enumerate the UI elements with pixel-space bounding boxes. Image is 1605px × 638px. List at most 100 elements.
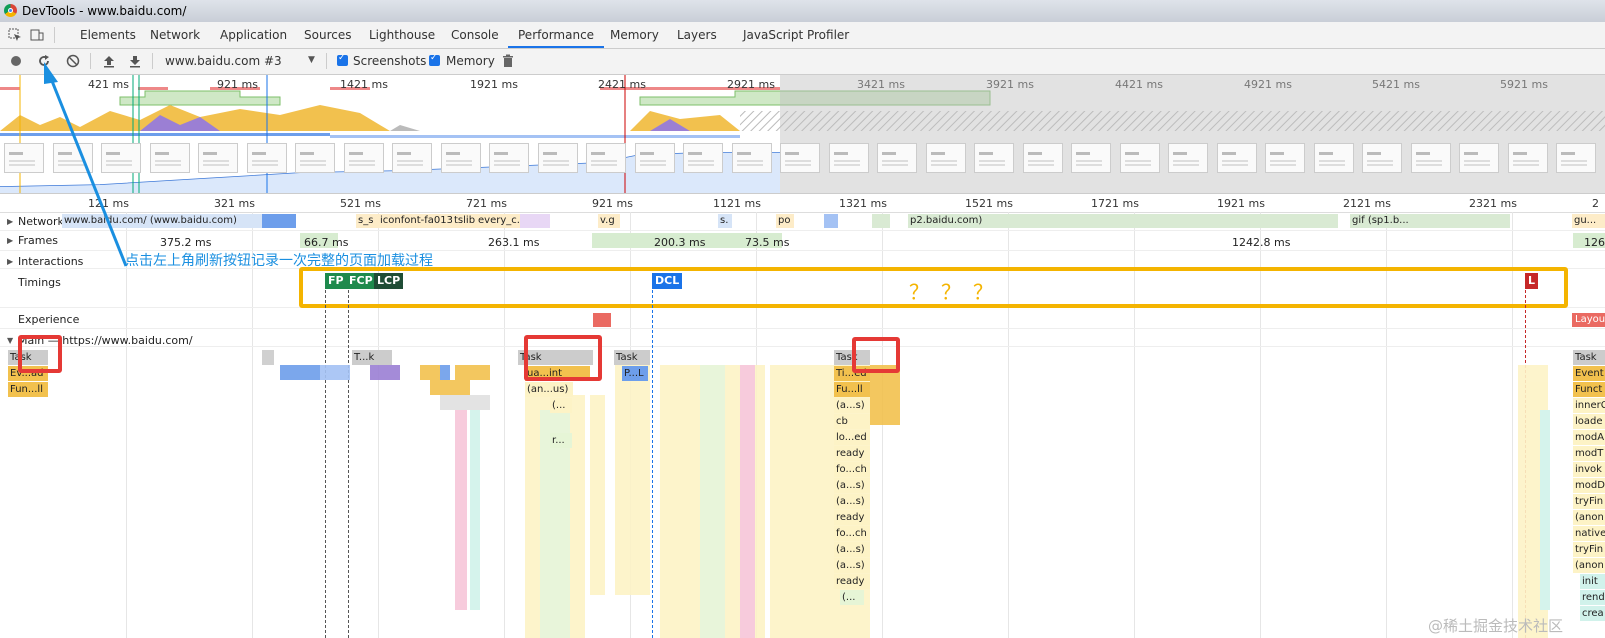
flame-function[interactable]: (... — [550, 398, 572, 413]
flame-function[interactable]: (a...s) — [834, 494, 870, 509]
network-request[interactable] — [520, 214, 550, 228]
chevron-down-icon[interactable]: ▼ — [308, 55, 315, 65]
flame-function[interactable]: (a...s) — [834, 478, 870, 493]
screenshot-thumbnail[interactable] — [1022, 143, 1063, 173]
frame-duration[interactable]: 126 — [1584, 236, 1605, 249]
flame-task[interactable]: Task — [1573, 350, 1605, 365]
screenshot-thumbnail[interactable] — [1265, 143, 1305, 173]
flame-function[interactable]: (... — [840, 590, 864, 605]
screenshots-checkbox[interactable] — [337, 53, 348, 66]
memory-checkbox[interactable] — [429, 53, 440, 66]
flame-function[interactable]: lo...ed — [834, 430, 870, 445]
flame-function[interactable]: cb — [834, 414, 870, 429]
screenshot-thumbnail[interactable] — [1410, 143, 1451, 173]
tab-sources[interactable]: Sources — [304, 22, 351, 48]
network-request[interactable] — [824, 214, 838, 228]
screenshot-thumbnail[interactable] — [489, 143, 529, 173]
screenshot-thumbnail[interactable] — [683, 143, 723, 173]
frame-duration[interactable]: 263.1 ms — [488, 236, 539, 249]
tab-performance[interactable]: Performance — [508, 22, 605, 48]
flame-parse[interactable]: P...L — [622, 366, 648, 381]
frame-duration[interactable]: 66.7 ms — [304, 236, 348, 249]
screenshot-thumbnail[interactable] — [634, 143, 675, 173]
screenshot-thumbnail[interactable] — [246, 143, 287, 173]
screenshot-thumbnail[interactable] — [1071, 143, 1111, 173]
tab-layers[interactable]: Layers — [677, 22, 717, 48]
flame-function[interactable]: crea — [1580, 606, 1605, 621]
screenshot-thumbnail[interactable] — [925, 143, 966, 173]
flame-function[interactable]: tryFin — [1573, 542, 1605, 557]
frame-duration[interactable]: 73.5 ms — [745, 236, 789, 249]
flame-function[interactable]: Funct — [1573, 382, 1605, 397]
screenshot-thumbnail[interactable] — [537, 143, 578, 173]
flame-task[interactable]: T...k — [352, 350, 392, 365]
flame-function[interactable]: rend — [1580, 590, 1605, 605]
screenshot-thumbnail[interactable] — [586, 143, 626, 173]
screenshot-thumbnail[interactable] — [974, 143, 1014, 173]
flame-function[interactable]: (anon — [1573, 558, 1605, 573]
network-request[interactable] — [872, 214, 890, 228]
screenshot-thumbnail[interactable] — [392, 143, 432, 173]
flame-function[interactable]: Fun...ll — [8, 382, 48, 397]
screenshot-thumbnail[interactable] — [440, 143, 481, 173]
flame-function[interactable]: (a...s) — [834, 558, 870, 573]
screenshot-thumbnail[interactable] — [1507, 143, 1548, 173]
tab-console[interactable]: Console — [451, 22, 499, 48]
flame-function[interactable]: fo...ch — [834, 462, 870, 477]
screenshot-thumbnail[interactable] — [1313, 143, 1354, 173]
screenshot-thumbnail[interactable] — [295, 143, 335, 173]
screenshot-thumbnail[interactable] — [731, 143, 772, 173]
tab-lighthouse[interactable]: Lighthouse — [369, 22, 435, 48]
flame-function[interactable]: init — [1580, 574, 1605, 589]
screenshot-thumbnail[interactable] — [877, 143, 917, 173]
screenshot-thumbnail[interactable] — [1216, 143, 1257, 173]
network-request[interactable] — [262, 214, 296, 228]
flame-function[interactable]: tryFin — [1573, 494, 1605, 509]
flame-function[interactable]: fo...ch — [834, 526, 870, 541]
tab-application[interactable]: Application — [220, 22, 287, 48]
network-request[interactable]: iconfont-fa013 — [378, 214, 452, 228]
flame-task[interactable]: Task — [614, 350, 650, 365]
flame-function[interactable]: r... — [550, 433, 572, 448]
flame-function[interactable]: modT — [1573, 446, 1605, 461]
flame-function[interactable]: modD — [1573, 478, 1605, 493]
flame-function[interactable]: ready — [834, 574, 870, 589]
flame-function[interactable]: invok — [1573, 462, 1605, 477]
flame-function[interactable]: loade — [1573, 414, 1605, 429]
screenshot-thumbnail[interactable] — [198, 143, 238, 173]
flame-event[interactable]: Event — [1573, 366, 1605, 381]
screenshot-thumbnail[interactable] — [343, 143, 384, 173]
flame-function[interactable]: Fu...ll — [834, 382, 870, 397]
network-request[interactable]: every_c... — [476, 214, 520, 228]
network-request[interactable]: s_s — [356, 214, 378, 228]
screenshot-thumbnail[interactable] — [828, 143, 869, 173]
timeline-overview[interactable]: 421 ms 921 ms 1421 ms 1921 ms 2421 ms 29… — [0, 75, 1605, 194]
flame-function[interactable]: (a...s) — [834, 542, 870, 557]
screenshot-thumbnail[interactable] — [1362, 143, 1402, 173]
network-request[interactable]: p2.baidu.com) — [908, 214, 1338, 228]
tab-javascript-profiler[interactable]: JavaScript Profiler — [743, 22, 849, 48]
flame-function[interactable]: innerC — [1573, 398, 1605, 413]
tab-memory[interactable]: Memory — [610, 22, 659, 48]
screenshot-thumbnail[interactable] — [1459, 143, 1499, 173]
network-request[interactable]: gu... — [1572, 214, 1605, 228]
network-request[interactable]: gif (sp1.b... — [1350, 214, 1410, 228]
network-request[interactable]: s. — [718, 214, 732, 228]
layout-shift-marker[interactable]: Layout — [1572, 313, 1605, 327]
trash-icon[interactable] — [502, 54, 514, 68]
screenshot-thumbnail[interactable] — [1168, 143, 1208, 173]
flame-function[interactable]: (a...s) — [834, 398, 870, 413]
network-request[interactable]: v.g — [598, 214, 620, 228]
network-request[interactable]: tslib — [452, 214, 476, 228]
layout-shift-marker[interactable] — [593, 313, 611, 327]
screenshot-thumbnail[interactable] — [1556, 143, 1596, 173]
flame-function[interactable]: ready — [834, 446, 870, 461]
frame-duration[interactable]: 200.3 ms — [654, 236, 705, 249]
collapse-main-icon[interactable]: ▼ — [7, 336, 13, 345]
network-request[interactable] — [1410, 214, 1510, 228]
network-request[interactable]: po — [776, 214, 794, 228]
flame-function[interactable]: native — [1573, 526, 1605, 541]
frame-duration[interactable]: 1242.8 ms — [1232, 236, 1290, 249]
screenshot-thumbnail[interactable] — [780, 143, 820, 173]
flame-function[interactable]: ready — [834, 510, 870, 525]
